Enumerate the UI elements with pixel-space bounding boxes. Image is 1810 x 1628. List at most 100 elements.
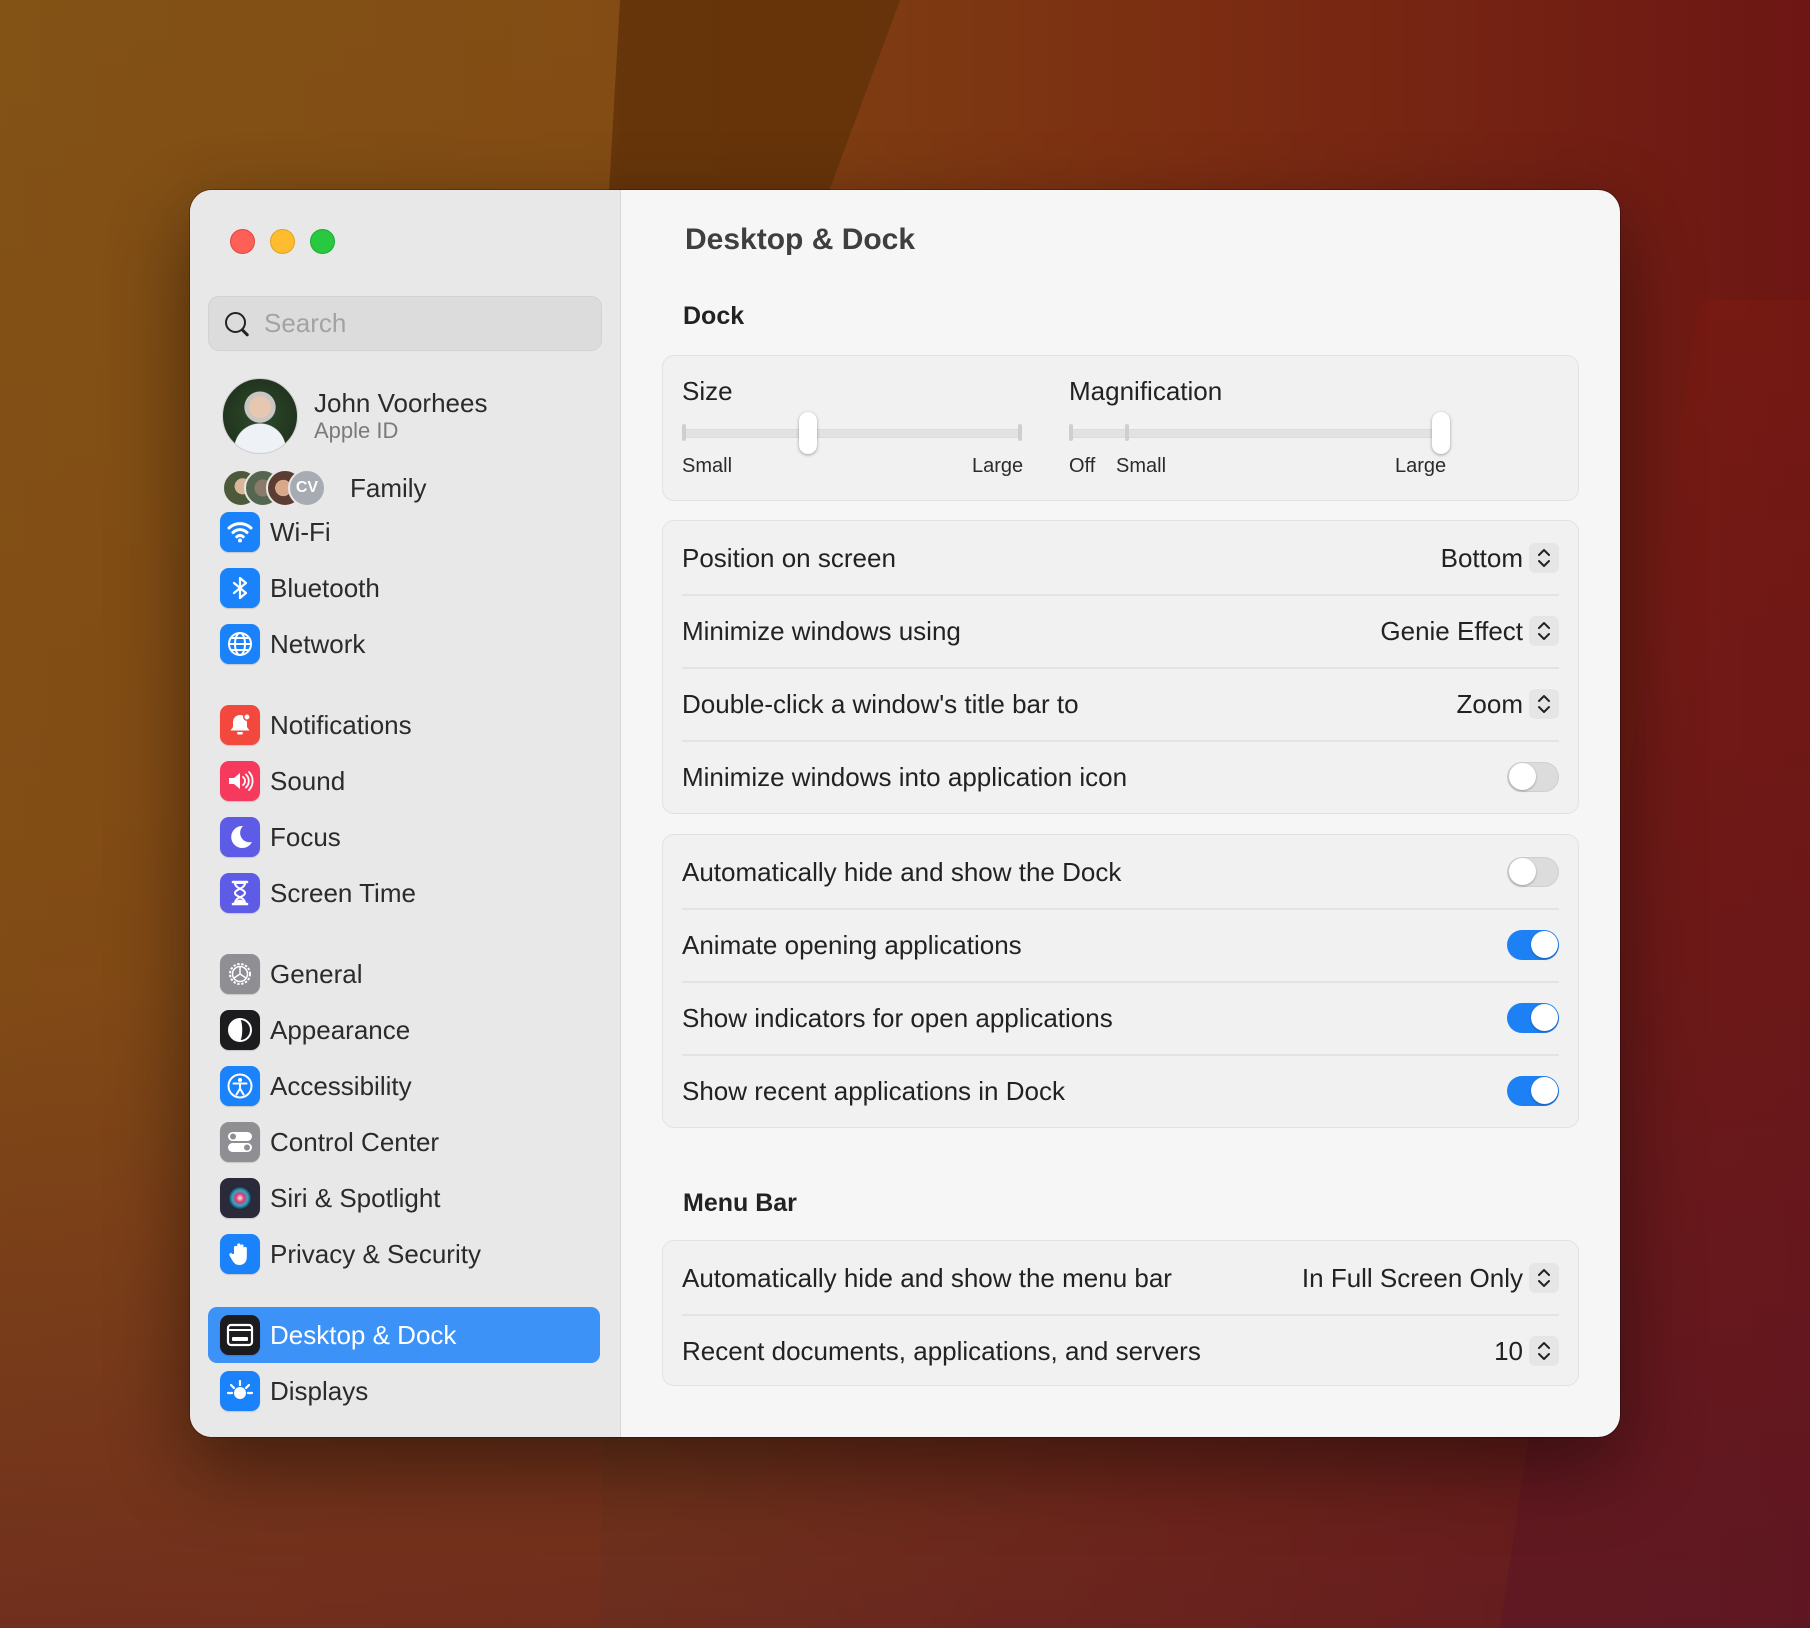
sidebar: John Voorhees Apple ID CV Family Wi-Fi Bl… (190, 190, 621, 1437)
double-click-a-window-s-title-bar-to-popup[interactable]: Zoom (1457, 689, 1559, 720)
sidebar-item-label: Notifications (270, 709, 412, 740)
sidebar-item-control-center[interactable]: Control Center (208, 1114, 600, 1170)
apple-id-account[interactable]: John Voorhees Apple ID (222, 378, 487, 454)
automatically-hide-and-show-the-dock-toggle[interactable] (1507, 857, 1559, 887)
toggle-knob (1509, 858, 1536, 885)
position-on-screen-popup[interactable]: Bottom (1441, 543, 1559, 574)
popup-value: 10 (1494, 1335, 1523, 1366)
bluetooth-icon (220, 568, 260, 608)
setting-label: Show indicators for open applications (682, 1002, 1113, 1033)
toggle-knob (1531, 1004, 1558, 1031)
account-name: John Voorhees (314, 388, 488, 418)
sidebar-item-focus[interactable]: Focus (208, 809, 600, 865)
search-input[interactable] (264, 308, 584, 339)
setting-label: Animate opening applications (682, 929, 1022, 960)
sidebar-item-label: Accessibility (270, 1070, 412, 1101)
chevron-up-down-icon[interactable] (1529, 689, 1559, 719)
size-label: Size (682, 376, 733, 406)
slider-tick (1125, 424, 1129, 441)
dock-icon (220, 1315, 260, 1355)
page-title: Desktop & Dock (685, 223, 916, 256)
size-max-label: Large (972, 455, 1024, 477)
setting-label: Minimize windows using (682, 615, 961, 646)
show-recent-applications-in-dock-toggle[interactable] (1507, 1076, 1559, 1106)
setting-row-position-on-screen: Position on screen Bottom (682, 521, 1559, 595)
popup-value: Zoom (1456, 688, 1523, 719)
popup-value: Bottom (1440, 542, 1523, 573)
setting-label: Double-click a window's title bar to (682, 688, 1079, 719)
sidebar-item-screen-time[interactable]: Screen Time (208, 865, 600, 921)
toggle-knob (1531, 1077, 1558, 1104)
chevron-up-down-icon[interactable] (1529, 1263, 1559, 1293)
sidebar-item-bluetooth[interactable]: Bluetooth (208, 560, 600, 616)
show-indicators-for-open-applications-toggle[interactable] (1507, 1003, 1559, 1033)
magnification-max-label: Large (1395, 455, 1447, 477)
wifi-icon (220, 512, 260, 552)
close-button[interactable] (230, 229, 255, 254)
search-field[interactable] (208, 296, 602, 351)
sidebar-item-sound[interactable]: Sound (208, 753, 600, 809)
chevron-up-down-icon[interactable] (1529, 1336, 1559, 1366)
setting-label: Automatically hide and show the menu bar (682, 1262, 1172, 1293)
account-subtitle: Apple ID (314, 418, 399, 443)
bell-icon (220, 705, 260, 745)
minimize-windows-using-popup[interactable]: Genie Effect (1380, 616, 1559, 647)
setting-row-minimize-windows-into-application-icon: Minimize windows into application icon (682, 740, 1559, 814)
setting-row-recent-documents-applications-and-servers: Recent documents, applications, and serv… (682, 1314, 1559, 1388)
magnification-slider-thumb[interactable] (1432, 412, 1450, 454)
magnification-min-label: Small (1116, 455, 1167, 477)
family-item[interactable]: CV Family (222, 469, 427, 507)
settings-window: John Voorhees Apple ID CV Family Wi-Fi Bl… (190, 190, 1620, 1437)
dock-sliders-card: Size Small Large Magnification Off Small… (662, 355, 1579, 501)
hand-icon (220, 1234, 260, 1274)
magnification-off-label: Off (1069, 455, 1096, 477)
speaker-icon (220, 761, 260, 801)
sidebar-item-label: General (270, 958, 363, 989)
avatar (222, 378, 298, 454)
setting-label: Minimize windows into application icon (682, 761, 1128, 792)
sidebar-item-label: Privacy & Security (270, 1238, 481, 1269)
section-title-menu-bar: Menu Bar (683, 1189, 797, 1217)
toggle-knob (1531, 931, 1558, 958)
toggle-knob (1509, 763, 1536, 790)
minimize-windows-into-application-icon-toggle[interactable] (1507, 762, 1559, 792)
popup-value: In Full Screen Only (1301, 1262, 1523, 1293)
zoom-button[interactable] (310, 229, 335, 254)
minimize-button[interactable] (270, 229, 295, 254)
size-slider-thumb[interactable] (798, 412, 817, 454)
siri-icon (220, 1178, 260, 1218)
main-pane: Desktop & Dock Dock Size Small Large Mag… (622, 190, 1620, 1437)
sidebar-item-desktop-dock[interactable]: Desktop & Dock (208, 1307, 600, 1363)
sidebar-item-label: Appearance (270, 1014, 411, 1045)
hourglass-icon (220, 873, 260, 913)
chevron-up-down-icon[interactable] (1529, 543, 1559, 573)
sidebar-item-privacy-security[interactable]: Privacy & Security (208, 1226, 600, 1282)
sidebar-item-displays[interactable]: Displays (208, 1363, 600, 1419)
chevron-up-down-icon[interactable] (1529, 616, 1559, 646)
sidebar-item-label: Screen Time (270, 877, 416, 908)
dock-toggles-card: Automatically hide and show the Dock Anim… (662, 834, 1579, 1128)
moon-icon (220, 817, 260, 857)
sidebar-item-network[interactable]: Network (208, 616, 600, 672)
animate-opening-applications-toggle[interactable] (1507, 930, 1559, 960)
slider-tick (1069, 424, 1073, 441)
sidebar-item-label: Focus (270, 821, 341, 852)
sidebar-item-wi-fi[interactable]: Wi-Fi (208, 504, 600, 560)
sidebar-item-label: Wi-Fi (270, 516, 331, 547)
sidebar-item-accessibility[interactable]: Accessibility (208, 1058, 600, 1114)
sidebar-item-general[interactable]: General (208, 946, 600, 1002)
gear-icon (220, 954, 260, 994)
sidebar-item-label: Siri & Spotlight (270, 1182, 441, 1213)
setting-label: Automatically hide and show the Dock (682, 856, 1122, 887)
toggles-icon (220, 1122, 260, 1162)
family-label: Family (350, 472, 427, 503)
setting-row-show-recent-applications-in-dock: Show recent applications in Dock (682, 1054, 1559, 1128)
sidebar-item-siri-spotlight[interactable]: Siri & Spotlight (208, 1170, 600, 1226)
sidebar-item-appearance[interactable]: Appearance (208, 1002, 600, 1058)
sidebar-item-label: Control Center (270, 1126, 440, 1157)
size-slider-track[interactable] (682, 429, 1022, 438)
automatically-hide-and-show-the-menu-bar-popup[interactable]: In Full Screen Only (1302, 1263, 1559, 1294)
magnification-label: Magnification (1069, 376, 1223, 406)
recent-documents-applications-and-servers-popup[interactable]: 10 (1494, 1336, 1559, 1367)
sidebar-item-notifications[interactable]: Notifications (208, 697, 600, 753)
